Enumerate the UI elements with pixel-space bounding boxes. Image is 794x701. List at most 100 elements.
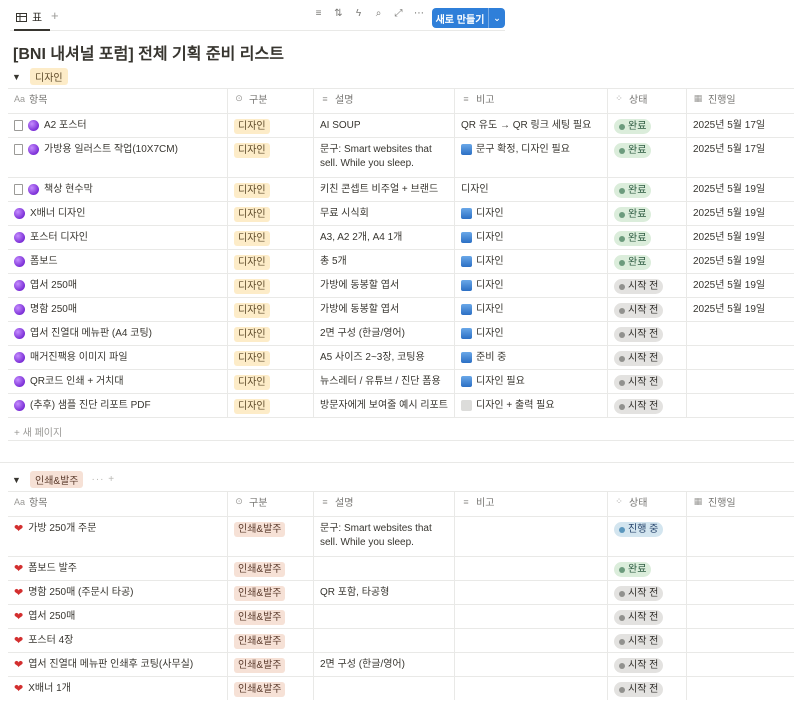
table-row[interactable]: A2 포스터 디자인 AI SOUP QR 유도 → QR 링크 세팅 필요 완료 202… [8, 113, 794, 137]
table-row[interactable]: 매거진팩용 이미지 파일 디자인 A5 사이즈 2~3장, 코팅용 준비 중 시작 전 [8, 345, 794, 369]
note-cell[interactable]: 문구 확정, 디자인 필요 [454, 138, 607, 177]
name-cell[interactable]: X배너 디자인 [8, 202, 227, 225]
type-cell[interactable]: 디자인 [227, 114, 313, 137]
name-cell[interactable]: (추후) 샘플 진단 리포트 PDF [8, 394, 227, 417]
description-cell[interactable]: A5 사이즈 2~3장, 코팅용 [313, 346, 454, 369]
type-cell[interactable]: 인쇄&발주 [227, 517, 313, 556]
name-cell[interactable]: 폼보드 [8, 250, 227, 273]
table-row[interactable]: X배너 디자인 디자인 무료 시식회 디자인 완료 2025년 5월 19일 [8, 201, 794, 225]
type-cell[interactable]: 디자인 [227, 394, 313, 417]
name-cell[interactable]: 매거진팩용 이미지 파일 [8, 346, 227, 369]
table-row[interactable]: ❤ 가방 250개 주문 인쇄&발주 문구: Smart websites that … [8, 516, 794, 556]
type-cell[interactable]: 디자인 [227, 298, 313, 321]
status-cell[interactable]: 완료 [607, 250, 686, 273]
name-cell[interactable]: ❤ 엽서 진열대 메뉴판 인쇄후 코팅(사무실) [8, 653, 227, 676]
type-cell[interactable]: 디자인 [227, 138, 313, 177]
column-header-status[interactable]: ⁘ 상태 [607, 89, 686, 113]
note-cell[interactable]: 디자인 [454, 274, 607, 297]
date-cell[interactable]: 2025년 5월 19일 [686, 274, 794, 297]
status-cell[interactable]: 시작 전 [607, 581, 686, 604]
type-cell[interactable]: 디자인 [227, 250, 313, 273]
type-cell[interactable]: 인쇄&발주 [227, 629, 313, 652]
table-row[interactable]: ❤ 폼보드 발주 인쇄&발주 완료 [8, 556, 794, 580]
date-cell[interactable] [686, 581, 794, 604]
table-row[interactable]: 가방용 일러스트 작업(10X7CM) 디자인 문구: Smart websites… [8, 137, 794, 177]
table-row[interactable]: ❤ 포스터 4장 인쇄&발주 시작 전 [8, 628, 794, 652]
description-cell[interactable]: AI SOUP [313, 114, 454, 137]
name-cell[interactable]: ❤ 명함 250매 (주문시 타공) [8, 581, 227, 604]
column-header-desc[interactable]: ≡ 설명 [313, 492, 454, 516]
name-cell[interactable]: 가방용 일러스트 작업(10X7CM) [8, 138, 227, 177]
note-cell[interactable]: 디자인 [454, 226, 607, 249]
note-cell[interactable]: 디자인 [454, 250, 607, 273]
column-header-date[interactable]: ▦ 진행일 [686, 89, 794, 113]
note-cell[interactable]: 디자인 + 출력 필요 [454, 394, 607, 417]
type-cell[interactable]: 인쇄&발주 [227, 677, 313, 700]
note-cell[interactable] [454, 653, 607, 676]
description-cell[interactable] [313, 677, 454, 700]
date-cell[interactable]: 2025년 5월 19일 [686, 226, 794, 249]
table-row[interactable]: 명함 250매 디자인 가방에 동봉할 엽서 디자인 시작 전 2025년 5월 19일 [8, 297, 794, 321]
date-cell[interactable] [686, 346, 794, 369]
note-cell[interactable] [454, 517, 607, 556]
description-cell[interactable]: 총 5개 [313, 250, 454, 273]
name-cell[interactable]: A2 포스터 [8, 114, 227, 137]
description-cell[interactable]: 2면 구성 (한글/영어) [313, 322, 454, 345]
type-cell[interactable]: 인쇄&발주 [227, 581, 313, 604]
type-cell[interactable]: 디자인 [227, 370, 313, 393]
column-header-note[interactable]: ≡ 비고 [454, 492, 607, 516]
type-cell[interactable]: 디자인 [227, 178, 313, 201]
description-cell[interactable]: 가방에 동봉할 엽서 [313, 298, 454, 321]
date-cell[interactable] [686, 394, 794, 417]
note-cell[interactable] [454, 677, 607, 700]
table-row[interactable]: QR코드 인쇄 + 거치대 디자인 뉴스레터 / 유튜브 / 진단 폼용 디자인 필요… [8, 369, 794, 393]
column-header-type[interactable]: ⊙ 구분 [227, 492, 313, 516]
note-cell[interactable] [454, 581, 607, 604]
table-row[interactable]: ❤ 엽서 250매 인쇄&발주 시작 전 [8, 604, 794, 628]
description-cell[interactable]: 문구: Smart websites that sell. While you … [313, 517, 454, 556]
description-cell[interactable]: 무료 시식회 [313, 202, 454, 225]
status-cell[interactable]: 완료 [607, 178, 686, 201]
column-header-date[interactable]: ▦ 진행일 [686, 492, 794, 516]
date-cell[interactable] [686, 653, 794, 676]
name-cell[interactable]: ❤ 폼보드 발주 [8, 557, 227, 580]
new-item-button[interactable]: 새로 만들기 ⌄ [432, 8, 505, 28]
description-cell[interactable] [313, 557, 454, 580]
column-header-desc[interactable]: ≡ 설명 [313, 89, 454, 113]
name-cell[interactable]: ❤ 포스터 4장 [8, 629, 227, 652]
name-cell[interactable]: 명함 250매 [8, 298, 227, 321]
note-cell[interactable]: 준비 중 [454, 346, 607, 369]
description-cell[interactable] [313, 629, 454, 652]
status-cell[interactable]: 완료 [607, 202, 686, 225]
type-cell[interactable]: 인쇄&발주 [227, 557, 313, 580]
name-cell[interactable]: ❤ X배너 1개 [8, 677, 227, 700]
table-row[interactable]: ❤ X배너 1개 인쇄&발주 시작 전 [8, 676, 794, 700]
name-cell[interactable]: ❤ 엽서 250매 [8, 605, 227, 628]
more-options-icon[interactable]: ⋯ [414, 9, 424, 19]
filter-icon[interactable]: ≡ [314, 9, 323, 19]
date-cell[interactable]: 2025년 5월 17일 [686, 114, 794, 137]
date-cell[interactable] [686, 677, 794, 700]
type-cell[interactable]: 디자인 [227, 202, 313, 225]
note-cell[interactable]: QR 유도 → QR 링크 세팅 필요 [454, 114, 607, 137]
type-cell[interactable]: 디자인 [227, 346, 313, 369]
date-cell[interactable]: 2025년 5월 19일 [686, 298, 794, 321]
table-row[interactable]: 엽서 250매 디자인 가방에 동봉할 엽서 디자인 시작 전 2025년 5월 19일 [8, 273, 794, 297]
name-cell[interactable]: ❤ 가방 250개 주문 [8, 517, 227, 556]
name-cell[interactable]: 책상 현수막 [8, 178, 227, 201]
description-cell[interactable]: 키친 콘셉트 비주얼 + 브랜드 [313, 178, 454, 201]
table-row[interactable]: (추후) 샘플 진단 리포트 PDF 디자인 방문자에게 보여줄 예시 리포트 디자인… [8, 393, 794, 417]
description-cell[interactable]: 가방에 동봉할 엽서 [313, 274, 454, 297]
status-cell[interactable]: 시작 전 [607, 605, 686, 628]
add-view-button[interactable]: + [51, 8, 59, 23]
toggle-icon[interactable]: ▼ [12, 475, 22, 485]
view-tab-table[interactable]: 표 [16, 9, 42, 25]
status-cell[interactable]: 시작 전 [607, 346, 686, 369]
date-cell[interactable] [686, 322, 794, 345]
note-cell[interactable]: 디자인 [454, 178, 607, 201]
type-cell[interactable]: 디자인 [227, 322, 313, 345]
status-cell[interactable]: 완료 [607, 114, 686, 137]
date-cell[interactable] [686, 557, 794, 580]
type-cell[interactable]: 인쇄&발주 [227, 653, 313, 676]
description-cell[interactable]: A3, A2 2개, A4 1개 [313, 226, 454, 249]
